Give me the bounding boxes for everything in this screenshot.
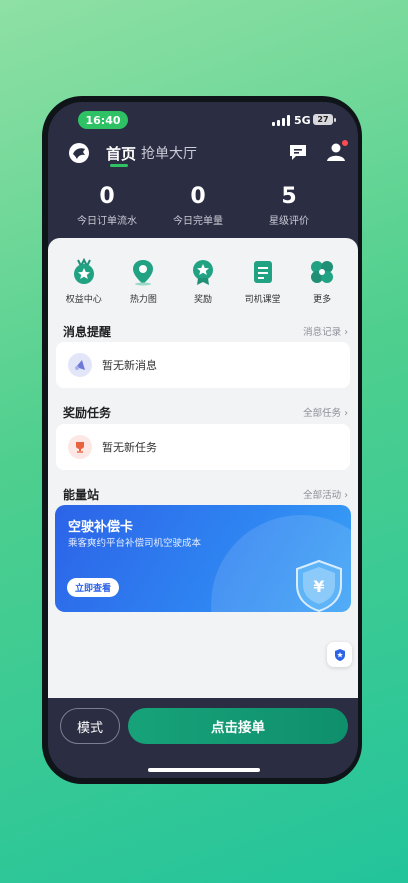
stat-label: 今日完单量 <box>173 216 223 227</box>
link-label: 全部活动 <box>303 490 342 501</box>
quick-more[interactable]: 更多 <box>293 258 351 305</box>
tab-home[interactable]: 首页 <box>106 143 136 164</box>
messages-title: 消息提醒 <box>63 325 112 339</box>
quick-label: 权益中心 <box>65 295 102 305</box>
safety-shield-button[interactable] <box>327 642 352 667</box>
message-icon[interactable] <box>288 142 308 162</box>
mode-button[interactable]: 模式 <box>60 708 120 744</box>
view-now-button[interactable]: 立即查看 <box>67 578 119 597</box>
accept-orders-button[interactable]: 点击接单 <box>128 708 348 744</box>
tab-order-hall[interactable]: 抢单大厅 <box>141 143 197 163</box>
stat-today-completed: 0 今日完单量 <box>153 184 243 227</box>
messages-history-link[interactable]: 消息记录 › <box>303 324 348 338</box>
notification-dot <box>342 140 348 146</box>
link-label: 消息记录 <box>303 327 342 338</box>
badge-icon <box>73 258 94 284</box>
stat-label: 今日订单流水 <box>77 216 137 227</box>
shield-icon <box>334 648 345 661</box>
location-pin-icon <box>133 260 154 286</box>
grid-more-icon <box>311 261 334 283</box>
stat-label: 星级评价 <box>269 216 309 227</box>
horse-logo-icon[interactable] <box>68 142 90 164</box>
trophy-icon <box>68 435 92 459</box>
quick-label: 奖励 <box>193 295 212 305</box>
signal-icon <box>272 115 290 126</box>
rewards-title: 奖励任务 <box>63 406 112 420</box>
battery-icon: 27 <box>313 114 336 125</box>
active-tab-indicator <box>110 164 128 167</box>
stat-value: 0 <box>190 184 206 209</box>
rewards-empty-text: 暂无新任务 <box>102 441 157 454</box>
stat-today-revenue: 0 今日订单流水 <box>62 184 152 227</box>
network-type: 5G <box>294 114 311 127</box>
energy-all-link[interactable]: 全部活动 › <box>303 487 348 501</box>
energy-title: 能量站 <box>63 488 100 502</box>
megaphone-icon <box>68 353 92 377</box>
card-title: 空驶补偿卡 <box>68 520 134 535</box>
home-indicator[interactable] <box>148 768 260 772</box>
link-label: 全部任务 <box>303 408 342 419</box>
quick-actions: 权益中心 热力图 奖励 司机课堂 更多 <box>48 258 358 305</box>
messages-card[interactable]: 暂无新消息 <box>56 342 350 388</box>
app-screen: 16:40 5G 27 首页 抢单大厅 0 今日订单流水 0 今日完单量 5 星… <box>48 102 358 778</box>
quick-label: 司机课堂 <box>244 295 281 305</box>
main-content: 权益中心 热力图 奖励 司机课堂 更多 消息提醒 消息记录 › 暂无新消息 奖励… <box>48 238 358 698</box>
messages-empty-text: 暂无新消息 <box>102 359 157 372</box>
battery-level: 27 <box>317 115 329 124</box>
book-icon <box>253 261 272 283</box>
shield-yuan-icon: ¥ <box>296 559 342 612</box>
status-time: 16:40 <box>78 111 128 129</box>
svg-text:¥: ¥ <box>313 577 324 596</box>
stat-value: 5 <box>281 184 297 209</box>
quick-label: 热力图 <box>129 295 157 305</box>
quick-driver-class[interactable]: 司机课堂 <box>234 258 292 305</box>
quick-heatmap[interactable]: 热力图 <box>114 258 172 305</box>
card-subtitle: 乘客爽约平台补偿司机空驶成本 <box>68 538 202 549</box>
stat-value: 0 <box>99 184 115 209</box>
rewards-all-link[interactable]: 全部任务 › <box>303 405 348 419</box>
rewards-card[interactable]: 暂无新任务 <box>56 424 350 470</box>
stat-star-rating: 5 星级评价 <box>244 184 334 227</box>
quick-rewards[interactable]: 奖励 <box>174 258 232 305</box>
compensation-card[interactable]: 空驶补偿卡 乘客爽约平台补偿司机空驶成本 立即查看 ¥ <box>55 505 351 612</box>
quick-label: 更多 <box>313 295 332 305</box>
medal-icon <box>192 260 213 285</box>
quick-rights-center[interactable]: 权益中心 <box>55 258 113 305</box>
